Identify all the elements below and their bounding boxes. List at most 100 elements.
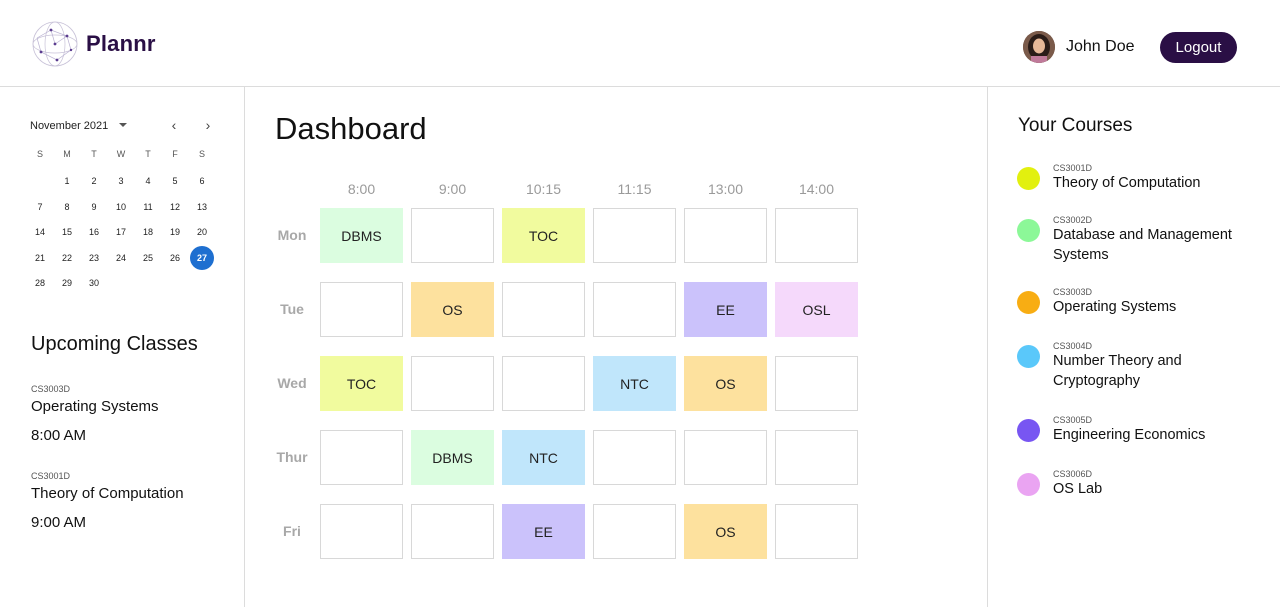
chevron-right-icon[interactable]: › — [201, 118, 215, 132]
calendar-day[interactable]: 20 — [190, 220, 214, 244]
calendar-day[interactable]: 13 — [190, 195, 214, 219]
empty-slot[interactable] — [320, 504, 403, 559]
time-slot-header: 8:00 — [347, 181, 376, 197]
calendar-day[interactable]: 25 — [136, 246, 160, 270]
empty-slot[interactable] — [593, 282, 676, 337]
calendar-day[interactable]: 8 — [55, 195, 79, 219]
calendar-day[interactable]: 26 — [163, 246, 187, 270]
course-name: Theory of Computation — [1053, 175, 1201, 191]
course-name: Number Theory and Cryptography — [1053, 353, 1182, 389]
class-slot[interactable]: OS — [411, 282, 494, 337]
empty-slot[interactable] — [684, 208, 767, 263]
calendar-day[interactable]: 18 — [136, 220, 160, 244]
time-slot-header: 13:00 — [707, 181, 744, 197]
empty-slot[interactable] — [593, 430, 676, 485]
calendar-day[interactable]: 24 — [109, 246, 133, 270]
calendar-day[interactable]: 7 — [28, 195, 52, 219]
class-slot[interactable]: NTC — [502, 430, 585, 485]
calendar-day[interactable]: 22 — [55, 246, 79, 270]
course-name: Theory of Computation — [31, 485, 184, 502]
empty-slot[interactable] — [775, 504, 858, 559]
calendar-day[interactable]: 29 — [55, 271, 79, 295]
calendar-day[interactable]: 9 — [82, 195, 106, 219]
calendar-day[interactable]: 16 — [82, 220, 106, 244]
course-code: CS3001D — [31, 471, 71, 481]
class-slot[interactable]: DBMS — [411, 430, 494, 485]
calendar-month-label[interactable]: November 2021 — [30, 120, 108, 132]
calendar-day[interactable]: 15 — [55, 220, 79, 244]
calendar-day[interactable]: 12 — [163, 195, 187, 219]
globe-network-logo-icon — [32, 21, 78, 67]
page-title: Dashboard — [275, 111, 427, 146]
class-slot[interactable]: OS — [684, 356, 767, 411]
course-color-dot — [1017, 167, 1040, 190]
empty-slot[interactable] — [411, 356, 494, 411]
empty-slot[interactable] — [320, 282, 403, 337]
upcoming-class-item[interactable]: CS3001D Theory of Computation 9:00 AM — [31, 471, 184, 531]
time-slot-header: 9:00 — [438, 181, 467, 197]
calendar-day-selected[interactable]: 27 — [190, 245, 214, 270]
empty-slot[interactable] — [684, 430, 767, 485]
course-color-dot — [1017, 473, 1040, 496]
empty-slot[interactable] — [775, 208, 858, 263]
empty-slot[interactable] — [775, 356, 858, 411]
day-label: Mon — [277, 227, 307, 243]
calendar-weekday: S — [36, 149, 43, 159]
caret-down-icon[interactable] — [119, 123, 127, 127]
course-color-dot — [1017, 291, 1040, 314]
course-code: CS3006D — [1053, 469, 1093, 479]
course-name: Engineering Economics — [1053, 427, 1206, 443]
calendar-day[interactable]: 6 — [190, 169, 214, 193]
calendar-day[interactable]: 17 — [109, 220, 133, 244]
calendar-day[interactable]: 30 — [82, 271, 106, 295]
empty-slot[interactable] — [411, 208, 494, 263]
empty-slot[interactable] — [593, 208, 676, 263]
empty-slot[interactable] — [502, 356, 585, 411]
time-slot-header: 14:00 — [798, 181, 835, 197]
calendar-day[interactable]: 23 — [82, 246, 106, 270]
empty-slot[interactable] — [411, 504, 494, 559]
your-courses-title: Your Courses — [1018, 115, 1133, 136]
course-code: CS3001D — [1053, 163, 1093, 173]
course-code: CS3005D — [1053, 415, 1093, 425]
course-code: CS3003D — [31, 384, 71, 394]
class-slot[interactable]: EE — [502, 504, 585, 559]
calendar-day[interactable]: 14 — [28, 220, 52, 244]
empty-slot[interactable] — [593, 504, 676, 559]
calendar-weekday: W — [116, 149, 126, 159]
class-slot[interactable]: TOC — [320, 356, 403, 411]
class-slot[interactable]: OSL — [775, 282, 858, 337]
calendar-day[interactable]: 11 — [136, 195, 160, 219]
class-slot[interactable]: NTC — [593, 356, 676, 411]
empty-slot[interactable] — [775, 430, 858, 485]
class-slot[interactable]: TOC — [502, 208, 585, 263]
upcoming-class-item[interactable]: CS3003D Operating Systems 8:00 AM — [31, 384, 159, 444]
user-avatar-icon — [1023, 31, 1055, 63]
top-bar: Plannr John Doe Logout — [0, 0, 1280, 87]
chevron-left-icon[interactable]: ‹ — [167, 118, 181, 132]
empty-slot[interactable] — [502, 282, 585, 337]
class-slot[interactable]: OS — [684, 504, 767, 559]
calendar-day[interactable]: 1 — [55, 169, 79, 193]
avatar[interactable] — [1023, 31, 1055, 63]
logout-button[interactable]: Logout — [1160, 32, 1237, 63]
course-color-dot — [1017, 419, 1040, 442]
class-slot[interactable]: EE — [684, 282, 767, 337]
calendar-day[interactable]: 3 — [109, 169, 133, 193]
class-time: 9:00 AM — [31, 514, 87, 531]
calendar-day[interactable]: 2 — [82, 169, 106, 193]
calendar-day[interactable]: 10 — [109, 195, 133, 219]
logo-text[interactable]: Plannr — [86, 31, 156, 57]
course-name: Operating Systems — [1053, 299, 1177, 315]
class-slot[interactable]: DBMS — [320, 208, 403, 263]
calendar-day[interactable]: 21 — [28, 246, 52, 270]
right-sidebar: Your Courses CS3001D Theory of Computatio… — [987, 87, 1280, 607]
calendar-day[interactable]: 28 — [28, 271, 52, 295]
course-name: OS Lab — [1053, 481, 1103, 497]
calendar-day[interactable]: 4 — [136, 169, 160, 193]
calendar-weekday: M — [63, 149, 71, 159]
calendar-weekday: T — [145, 149, 151, 159]
calendar-day[interactable]: 19 — [163, 220, 187, 244]
empty-slot[interactable] — [320, 430, 403, 485]
calendar-day[interactable]: 5 — [163, 169, 187, 193]
